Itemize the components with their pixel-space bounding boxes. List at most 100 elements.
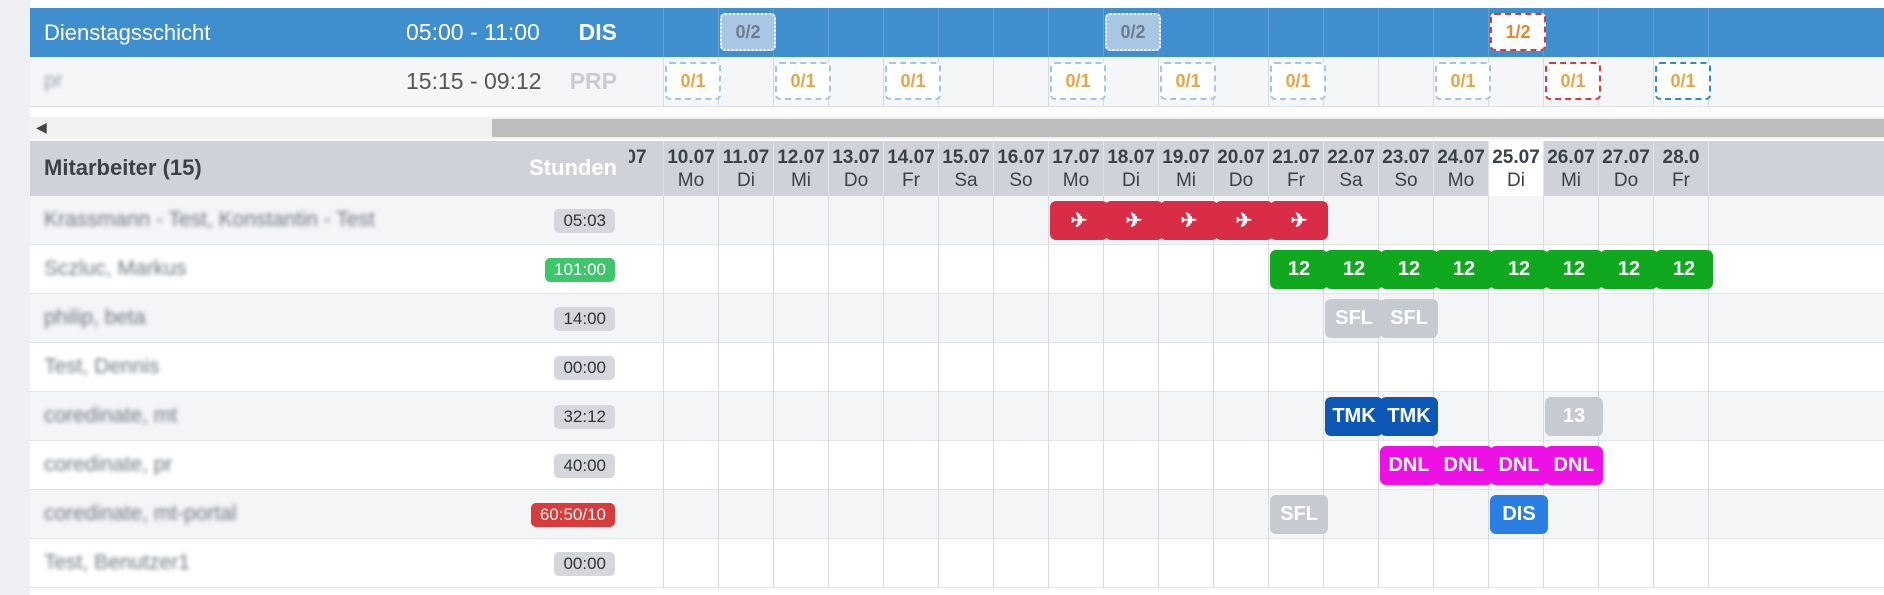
day-cell[interactable] [1049, 8, 1104, 57]
day-cell[interactable] [1104, 294, 1159, 343]
horizontal-scrollbar[interactable]: ◀ [30, 117, 1884, 139]
day-cell[interactable] [1214, 392, 1269, 441]
day-cell[interactable] [774, 441, 829, 490]
day-cell[interactable] [829, 343, 884, 392]
day-cell[interactable] [664, 245, 719, 294]
pr-slot[interactable]: 0/1 [1435, 62, 1491, 100]
shift-slot[interactable]: 0/2 [720, 13, 776, 51]
day-cell[interactable] [1104, 343, 1159, 392]
day-cell[interactable] [774, 490, 829, 539]
day-cell[interactable] [1159, 294, 1214, 343]
day-column-header[interactable]: 27.07 Do [1599, 141, 1654, 196]
day-cell[interactable] [994, 57, 1049, 106]
day-cell[interactable] [1489, 539, 1544, 588]
employee-name[interactable]: coredinate, mt-portal [44, 502, 237, 526]
day-cell[interactable] [1104, 392, 1159, 441]
shift-row[interactable]: Dienstagsschicht 05:00 - 11:00 DIS 0/2 0/… [30, 8, 1884, 57]
day-cell[interactable] [1544, 490, 1599, 539]
assignment-chip[interactable]: DNL [1380, 446, 1438, 485]
day-cell[interactable] [629, 441, 664, 490]
day-column-header[interactable]: 22.07 Sa [1324, 141, 1379, 196]
day-cell[interactable] [939, 196, 994, 245]
day-cell[interactable] [664, 343, 719, 392]
day-cell[interactable] [1654, 392, 1709, 441]
day-cell[interactable] [629, 343, 664, 392]
assignment-chip[interactable]: DNL [1545, 446, 1603, 485]
assignment-chip[interactable]: 12 [1380, 250, 1438, 289]
employee-row[interactable]: coredinate, mt-portal 60:50/10 SFL DIS [30, 490, 1884, 539]
day-cell[interactable] [884, 196, 939, 245]
day-cell[interactable] [664, 196, 719, 245]
day-cell[interactable] [1599, 196, 1654, 245]
day-cell[interactable] [1049, 490, 1104, 539]
day-cell[interactable] [1489, 196, 1544, 245]
day-cell[interactable] [719, 245, 774, 294]
day-cell[interactable] [1269, 441, 1324, 490]
employee-name[interactable]: philip, beta [44, 306, 146, 330]
day-cell[interactable] [939, 392, 994, 441]
assignment-chip[interactable]: DNL [1490, 446, 1548, 485]
assignment-chip[interactable]: TMK [1325, 397, 1383, 436]
shift-slot[interactable]: 1/2 [1490, 13, 1546, 51]
day-cell[interactable] [884, 441, 939, 490]
day-cell[interactable] [629, 245, 664, 294]
day-cell[interactable] [1214, 245, 1269, 294]
day-cell[interactable] [1379, 490, 1434, 539]
day-cell[interactable] [1489, 294, 1544, 343]
day-cell[interactable] [829, 441, 884, 490]
day-cell[interactable] [1104, 245, 1159, 294]
day-cell[interactable] [884, 294, 939, 343]
day-cell[interactable] [1599, 539, 1654, 588]
day-cell[interactable] [939, 490, 994, 539]
day-cell[interactable] [1324, 490, 1379, 539]
day-column-header[interactable]: 21.07 Fr [1269, 141, 1324, 196]
day-cell[interactable] [1544, 8, 1599, 57]
day-cell[interactable] [664, 294, 719, 343]
assignment-chip[interactable]: SFL [1325, 299, 1383, 338]
employee-row[interactable]: coredinate, mt 32:12 TMK TMK 13 [30, 392, 1884, 441]
day-column-header[interactable]: 25.07 Di [1489, 141, 1544, 196]
scroll-left-arrow-icon[interactable]: ◀ [36, 119, 47, 136]
employee-row[interactable]: coredinate, pr 40:00 DNL DNL DNL DNL [30, 441, 1884, 490]
assignment-chip[interactable]: 13 [1545, 397, 1603, 436]
day-cell[interactable] [1104, 441, 1159, 490]
day-cell[interactable] [884, 490, 939, 539]
shift-slot[interactable]: 0/2 [1105, 13, 1161, 51]
day-cell[interactable] [719, 490, 774, 539]
day-cell[interactable] [1324, 196, 1379, 245]
day-cell[interactable] [1379, 57, 1434, 106]
day-column-header[interactable]: 24.07 Mo [1434, 141, 1489, 196]
day-cell[interactable] [1379, 343, 1434, 392]
day-cell[interactable] [1159, 539, 1214, 588]
employee-row[interactable]: Sczluc, Markus 101:00 12 12 12 12 12 12 12 12 [30, 245, 1884, 294]
day-cell[interactable] [1379, 539, 1434, 588]
day-cell[interactable] [719, 294, 774, 343]
day-cell[interactable] [1654, 539, 1709, 588]
employee-name[interactable]: Krassmann - Test, Konstantin - Test [44, 208, 375, 232]
pr-slot[interactable]: 0/1 [1655, 62, 1711, 100]
day-cell[interactable] [774, 294, 829, 343]
day-cell[interactable] [1269, 8, 1324, 57]
day-cell[interactable] [829, 57, 884, 106]
day-cell[interactable] [994, 441, 1049, 490]
day-cell[interactable] [719, 57, 774, 106]
employee-name[interactable]: Test, Benutzer1 [44, 551, 190, 575]
day-cell[interactable] [884, 8, 939, 57]
day-cell[interactable] [664, 490, 719, 539]
day-cell[interactable] [939, 539, 994, 588]
assignment-chip[interactable]: 12 [1435, 250, 1493, 289]
day-column-header[interactable]: 26.07 Mi [1544, 141, 1599, 196]
shift-row-pr[interactable]: pr 15:15 - 09:12 PRP 0/1 0/1 0/1 0/1 0/1 0/1 0… [30, 57, 1884, 107]
day-cell[interactable] [994, 8, 1049, 57]
vacation-plane-icon[interactable]: ✈ [1105, 201, 1163, 240]
day-cell[interactable] [1379, 196, 1434, 245]
day-cell[interactable] [629, 8, 664, 57]
day-cell[interactable] [1049, 539, 1104, 588]
day-cell[interactable] [1324, 57, 1379, 106]
day-column-header[interactable]: 13.07 Do [829, 141, 884, 196]
day-cell[interactable] [1654, 8, 1709, 57]
day-cell[interactable] [1159, 245, 1214, 294]
pr-slot[interactable]: 0/1 [775, 62, 831, 100]
day-cell[interactable] [1544, 343, 1599, 392]
day-cell[interactable] [1269, 343, 1324, 392]
